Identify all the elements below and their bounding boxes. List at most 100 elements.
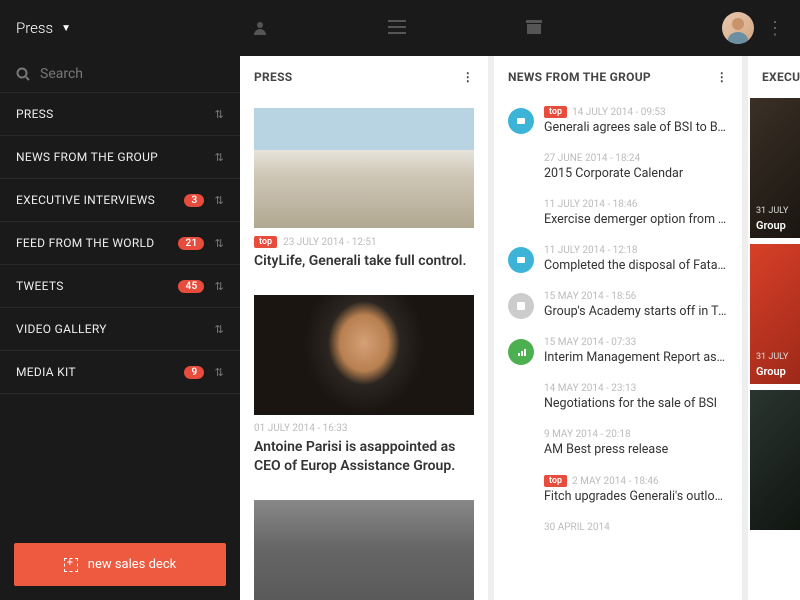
sidebar: Search PRESS⇅ NEWS FROM THE GROUP⇅ EXECU… (0, 56, 240, 600)
more-icon[interactable]: ⋮ (766, 18, 784, 39)
list-icon[interactable] (388, 20, 406, 36)
list-item[interactable]: 15 MAY 2014 - 07:33 Interim Management Re… (496, 329, 740, 375)
sidebar-item-tweets[interactable]: TWEETS45⇅ (0, 265, 240, 308)
category-icon (508, 385, 534, 411)
item-title: Negotiations for the sale of BSI (544, 396, 728, 411)
list-item[interactable]: 9 MAY 2014 - 20:18AM Best press release (496, 421, 740, 467)
column-news: NEWS FROM THE GROUP ⋮ top 14 JULY 2014 - … (494, 56, 742, 600)
sidebar-item-label: MEDIA KIT (16, 365, 184, 379)
card-title: Antoine Parisi is asappointed as CEO of … (254, 438, 474, 476)
topbar: Press ▼ ⋮ (0, 0, 800, 56)
topbar-right: ⋮ (722, 12, 784, 44)
sidebar-item-label: VIDEO GALLERY (16, 322, 214, 336)
sidebar-item-video[interactable]: VIDEO GALLERY⇅ (0, 308, 240, 351)
item-date: 15 MAY 2014 - 07:33 (544, 337, 636, 348)
card-title: Group (756, 365, 786, 378)
press-card[interactable] (242, 490, 486, 600)
search-icon (16, 67, 30, 81)
topbar-nav (252, 20, 542, 36)
category-icon (508, 524, 534, 550)
card-title: CityLife, Generali take full control. (254, 252, 474, 271)
sidebar-items: PRESS⇅ NEWS FROM THE GROUP⇅ EXECUTIVE IN… (0, 93, 240, 529)
sidebar-item-exec[interactable]: EXECUTIVE INTERVIEWS3⇅ (0, 179, 240, 222)
list-item[interactable]: 11 JULY 2014 - 18:46 Exercise demerger op… (496, 191, 740, 237)
list-item[interactable]: top 2 MAY 2014 - 18:46 Fitch upgrades Gene… (496, 467, 740, 514)
press-card[interactable]: top23 JULY 2014 - 12:51 CityLife, Genera… (242, 98, 486, 285)
item-date: 27 JUNE 2014 - 18:24 (544, 153, 640, 164)
list-item[interactable]: 14 MAY 2014 - 23:13 Negotiations for the … (496, 375, 740, 421)
column-title: PRESS (254, 70, 292, 84)
category-icon (508, 431, 534, 457)
count-badge: 21 (178, 237, 204, 250)
top-tag: top (544, 475, 567, 487)
sort-icon: ⇅ (214, 366, 224, 379)
item-date: 15 MAY 2014 - 18:56 (544, 291, 636, 302)
item-title: Exercise demerger option from Telco (544, 212, 728, 227)
exec-card[interactable] (750, 390, 800, 530)
new-deck-label: new sales deck (88, 557, 176, 572)
top-tag: top (254, 236, 277, 248)
exec-card[interactable]: 31 JULY Group (750, 244, 800, 384)
item-date: 14 JULY 2014 - 09:53 (572, 107, 666, 118)
item-date: 2 MAY 2014 - 18:46 (572, 476, 659, 487)
card-date: 31 JULY (756, 206, 788, 216)
user-icon[interactable] (252, 20, 268, 36)
item-date: 11 JULY 2014 - 18:46 (544, 199, 638, 210)
category-icon (508, 247, 534, 273)
category-icon (508, 339, 534, 365)
sidebar-item-press[interactable]: PRESS⇅ (0, 93, 240, 136)
workspace-title: Press (16, 19, 53, 37)
card-thumbnail (254, 295, 474, 415)
item-date: 14 MAY 2014 - 23:13 (544, 383, 636, 394)
press-card[interactable]: 01 JULY 2014 - 16:33 Antoine Parisi is a… (242, 285, 486, 490)
main: Search PRESS⇅ NEWS FROM THE GROUP⇅ EXECU… (0, 56, 800, 600)
archive-icon[interactable] (526, 20, 542, 36)
search-input[interactable]: Search (0, 56, 240, 93)
chevron-down-icon: ▼ (61, 23, 71, 34)
sidebar-item-label: PRESS (16, 107, 214, 121)
sidebar-item-news[interactable]: NEWS FROM THE GROUP⇅ (0, 136, 240, 179)
list-item[interactable]: top 14 JULY 2014 - 09:53 Generali agrees s… (496, 98, 740, 145)
category-icon (508, 201, 534, 227)
workspace-selector[interactable]: Press ▼ (16, 19, 71, 37)
list-item[interactable]: 30 APRIL 2014 (496, 514, 740, 560)
category-icon (508, 293, 534, 319)
item-title: Generali agrees sale of BSI to BTG ... (544, 120, 728, 135)
card-thumbnail (254, 108, 474, 228)
list-item[interactable]: 11 JULY 2014 - 12:18Completed the dispos… (496, 237, 740, 283)
column-header: EXECUTI (748, 56, 800, 98)
sort-icon: ⇅ (214, 323, 224, 336)
more-icon[interactable]: ⋮ (716, 70, 728, 84)
item-title: Interim Management Report as of ... (544, 350, 728, 365)
column-title: NEWS FROM THE GROUP (508, 70, 651, 84)
column-body[interactable]: 31 JULYGroup 31 JULYGroup (748, 98, 800, 600)
column-exec: EXECUTI 31 JULYGroup 31 JULYGroup (748, 56, 800, 600)
sort-icon: ⇅ (214, 237, 224, 250)
list-item[interactable]: 27 JUNE 2014 - 18:242015 Corporate Calen… (496, 145, 740, 191)
list-item[interactable]: 15 MAY 2014 - 18:56Group's Academy start… (496, 283, 740, 329)
more-icon[interactable]: ⋮ (462, 70, 474, 84)
card-meta: 01 JULY 2014 - 16:33 (254, 423, 474, 434)
sidebar-item-media[interactable]: MEDIA KIT9 ⇅ (0, 351, 240, 394)
exec-card[interactable]: 31 JULYGroup (750, 98, 800, 238)
avatar[interactable] (722, 12, 754, 44)
item-title: Completed the disposal of Fata ... (544, 258, 728, 273)
sidebar-item-feed[interactable]: FEED FROM THE WORLD21 ⇅ (0, 222, 240, 265)
column-body[interactable]: top23 JULY 2014 - 12:51 CityLife, Genera… (240, 98, 488, 600)
sort-icon: ⇅ (214, 108, 224, 121)
sidebar-item-label: TWEETS (16, 279, 178, 293)
column-title: EXECUTI (762, 70, 800, 84)
item-title: Fitch upgrades Generali's outlook (544, 489, 728, 504)
category-icon (508, 108, 534, 134)
column-header: NEWS FROM THE GROUP ⋮ (494, 56, 742, 98)
new-deck-button[interactable]: new sales deck (14, 543, 226, 586)
sidebar-item-label: EXECUTIVE INTERVIEWS (16, 193, 184, 207)
count-badge: 9 (184, 366, 204, 379)
category-icon (508, 477, 534, 503)
card-date: 31 JULY (756, 352, 788, 362)
column-body[interactable]: top 14 JULY 2014 - 09:53 Generali agrees s… (494, 98, 742, 600)
count-badge: 3 (184, 194, 204, 207)
column-header: PRESS ⋮ (240, 56, 488, 98)
sidebar-item-label: FEED FROM THE WORLD (16, 236, 178, 250)
top-tag: top (544, 106, 567, 118)
